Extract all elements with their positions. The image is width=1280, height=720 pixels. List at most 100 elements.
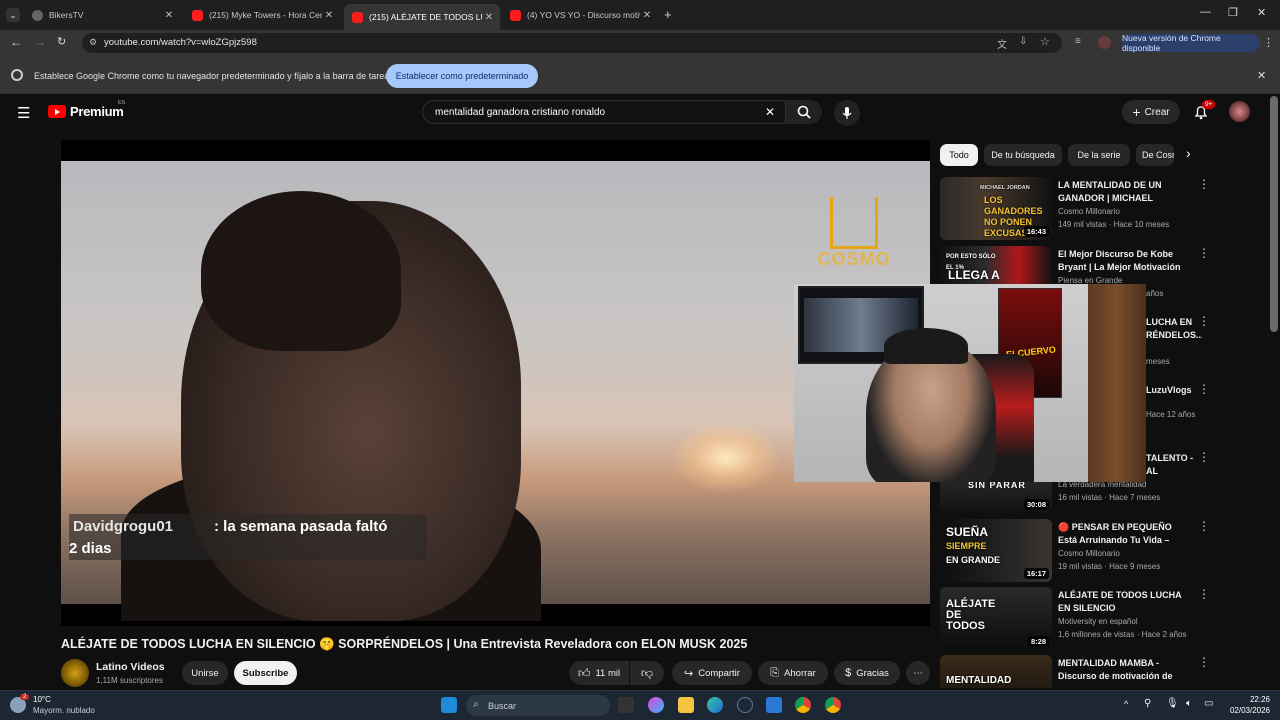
minimize-icon[interactable]: — [1200,6,1211,18]
clear-search-icon[interactable]: ✕ [765,105,775,119]
like-button[interactable]: 👍︎ 11 mil [569,661,629,685]
edge-icon[interactable] [707,697,723,713]
youtube-premium-logo[interactable]: Premium ES [48,100,125,119]
menu-kebab-icon[interactable]: ⋮ [1263,36,1274,49]
tab-alejate-active[interactable]: (215) ALÉJATE DE TODOS LUCHA ✕ [344,4,500,30]
bookmark-star-icon[interactable]: ☆ [1040,35,1050,48]
more-vertical-icon[interactable]: ⋮ [1198,587,1210,601]
more-vertical-icon[interactable]: ⋮ [1198,246,1210,260]
create-button[interactable]: + Crear [1122,100,1180,124]
tab-myke-towers[interactable]: (215) Myke Towers - Hora Cero ✕ [184,4,340,26]
chip-from-search[interactable]: De tu búsqueda [984,144,1062,166]
chevron-right-icon[interactable]: › [1186,145,1191,161]
thumbnail: MICHAEL JORDAN LOS GANADORES NO PONEN EX… [940,177,1052,240]
channel-avatar[interactable] [61,659,89,687]
background-door [1088,284,1146,482]
volume-icon[interactable]: 🔈︎ [1186,698,1192,709]
set-default-button[interactable]: Establecer como predeterminado [386,64,538,88]
window-close-icon[interactable]: ✕ [1257,6,1266,19]
search-icon [797,105,811,119]
notification-count-badge: 9+ [1202,100,1216,109]
microphone-tray-icon[interactable]: 🎙︎ [1166,698,1179,709]
copilot-icon[interactable] [648,697,664,713]
new-tab-icon[interactable]: + [664,7,672,22]
thumbs-up-icon: 👍︎ [577,665,591,680]
close-icon[interactable]: ✕ [162,10,176,21]
chip-from-cosmo[interactable]: De Cosmo [1136,144,1174,166]
store-icon[interactable] [766,697,782,713]
chat-username: Davidgrogu01 [73,518,174,535]
tab-list-icon[interactable]: ≡ [1075,36,1081,47]
more-vertical-icon[interactable]: ⋮ [1198,655,1210,669]
more-vertical-icon[interactable]: ⋮ [1198,177,1210,191]
show-hidden-icons-icon[interactable]: ^ [1124,699,1128,709]
more-vertical-icon[interactable]: ⋮ [1198,450,1210,464]
close-icon[interactable]: ✕ [322,10,336,21]
chrome-taskbar-icon[interactable] [795,697,811,713]
chrome-profile-taskbar-icon[interactable] [825,697,841,713]
thanks-button[interactable]: $ Gracias [834,661,900,685]
chip-all[interactable]: Todo [940,144,978,166]
close-icon[interactable]: ✕ [482,12,496,23]
site-info-icon[interactable]: ⚙ [89,37,97,48]
address-bar[interactable]: ⚙ youtube.com/watch?v=wloZGpjz598 文 ⇩ ☆ [82,33,1062,53]
file-explorer-icon[interactable] [678,697,694,713]
default-browser-infobar: Establece Google Chrome como tu navegado… [0,56,1280,94]
close-icon[interactable]: ✕ [640,10,654,21]
globe-icon [32,9,43,21]
webcam-overlay: ELCUERVO [794,284,1146,482]
reload-icon[interactable]: ↻ [57,35,66,48]
more-vertical-icon[interactable]: ⋮ [1198,314,1210,328]
profile-avatar[interactable] [1098,36,1111,49]
voice-search-button[interactable] [834,100,860,126]
tab-yo-vs-yo[interactable]: (4) YO VS YO - Discurso motiva ✕ [502,4,658,26]
url-text: youtube.com/watch?v=wloZGpjz598 [104,37,257,48]
chrome-update-button[interactable]: Nueva versión de Chrome disponible [1122,33,1260,53]
back-icon[interactable]: ← [10,35,22,49]
youtube-play-icon [48,105,66,118]
taskbar-search[interactable]: ⌕ Buscar [466,695,610,716]
channel-name[interactable]: Latino Videos [96,661,165,673]
search-button[interactable] [786,100,822,124]
clock-date[interactable]: 02/03/2026 [1222,706,1270,715]
save-button[interactable]: ⎘ Ahorrar [758,661,828,685]
hamburger-menu-icon[interactable]: ☰ [17,104,30,122]
recommendation-item[interactable]: MENTALIDAD MENTALIDAD MAMBA - Discurso d… [940,655,1210,688]
thumbnail: ALÉJATE DE TODOS 8:28 [940,587,1052,650]
battery-icon[interactable]: ▭ [1204,698,1213,709]
join-button[interactable]: Unirse [182,661,228,685]
video-title: ALÉJATE DE TODOS LUCHA EN SILENCIO 🤫 SOR… [61,637,748,651]
microphone-icon [842,107,852,119]
page-scrollbar[interactable] [1270,96,1278,332]
account-avatar[interactable] [1229,101,1250,122]
search-input[interactable]: mentalidad ganadora cristiano ronaldo ✕ [422,100,786,124]
windows-taskbar: 2 10°C Mayorm. nublado ⌕ Buscar ^ ⚲ 🎙︎ 🔈… [0,690,1280,720]
notifications-button[interactable]: 9+ [1193,100,1216,125]
install-icon[interactable]: ⇩ [1019,36,1027,47]
restore-icon[interactable]: ❐ [1228,6,1238,19]
translate-icon[interactable]: 文 [997,36,1007,51]
tab-strip: ⌄ BikersTV ✕ (215) Myke Towers - Hora Ce… [0,0,1280,30]
more-vertical-icon[interactable]: ⋮ [1198,382,1210,396]
share-arrow-icon: ↪ [684,667,694,680]
chrome-icon [11,69,23,81]
windows-start-icon[interactable] [441,697,457,713]
task-view-icon[interactable] [618,697,634,713]
forward-icon[interactable]: → [34,35,46,49]
network-icon[interactable]: ⚲ [1144,698,1151,709]
more-actions-button[interactable]: ⋯ [906,661,930,685]
share-button[interactable]: ↪ Compartir [672,661,752,685]
tab-search-icon[interactable]: ⌄ [6,8,20,22]
steam-icon[interactable] [737,697,753,713]
recommendation-item[interactable]: SUEÑA SIEMPRE EN GRANDE 16:17 🔴 PENSAR E… [940,519,1210,582]
infobar-close-icon[interactable]: ✕ [1257,69,1266,82]
subscribe-button[interactable]: Subscribe [234,661,297,685]
dislike-button[interactable]: 👎︎ [630,661,664,685]
clock-time[interactable]: 22:26 [1222,695,1270,704]
chip-from-series[interactable]: De la serie [1068,144,1130,166]
recommendation-item[interactable]: ALÉJATE DE TODOS 8:28 ALÉJATE DE TODOS L… [940,587,1210,650]
person-hair [201,191,401,351]
recommendation-item[interactable]: MICHAEL JORDAN LOS GANADORES NO PONEN EX… [940,177,1210,240]
tab-bikerstv[interactable]: BikersTV ✕ [24,4,180,26]
more-vertical-icon[interactable]: ⋮ [1198,519,1210,533]
